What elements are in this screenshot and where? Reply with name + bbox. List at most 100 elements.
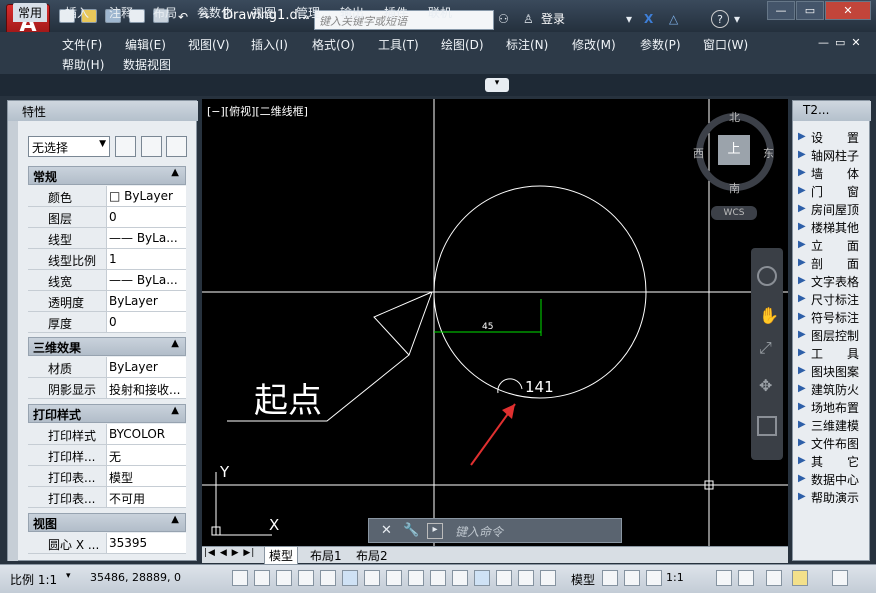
- exchange-x-icon[interactable]: X: [644, 10, 653, 28]
- lock-ui-icon[interactable]: [792, 570, 808, 586]
- menu-data-view[interactable]: 数据视图: [123, 56, 171, 73]
- tool-palette-item[interactable]: ▶ 剖 面: [795, 254, 869, 272]
- document-window-controls[interactable]: —▭✕: [818, 36, 867, 49]
- property-row[interactable]: 图层 0: [28, 207, 186, 228]
- property-row[interactable]: 厚度 0: [28, 312, 186, 333]
- menu-draw[interactable]: 绘图(D): [441, 36, 484, 53]
- 3d-object-snap-icon[interactable]: [364, 570, 380, 586]
- tool-palette-item[interactable]: ▶ 建筑防火: [795, 380, 869, 398]
- user-icon[interactable]: ♙: [523, 10, 534, 28]
- dynamic-ucs-icon[interactable]: [408, 570, 424, 586]
- layout-nav-arrows[interactable]: |◀ ◀ ▶ ▶|: [204, 548, 255, 558]
- menu-tools[interactable]: 工具(T): [378, 36, 419, 53]
- tool-palette-item[interactable]: ▶ 图层控制: [795, 326, 869, 344]
- menu-format[interactable]: 格式(O): [312, 36, 355, 53]
- annotation-monitor-icon[interactable]: [540, 570, 556, 586]
- model-space-button[interactable]: 模型: [571, 571, 595, 588]
- tab-layout2[interactable]: 布局2: [352, 547, 392, 564]
- wcs-menu[interactable]: WCS: [711, 206, 757, 220]
- pan-icon[interactable]: [646, 570, 662, 586]
- transparency-icon[interactable]: [474, 570, 490, 586]
- tool-palette-item[interactable]: ▶ 符号标注: [795, 308, 869, 326]
- viewcube-top-face[interactable]: 上: [718, 135, 750, 165]
- section-view[interactable]: 视图 ▲: [28, 513, 186, 532]
- scale-dropdown-icon[interactable]: ▾: [66, 571, 71, 581]
- login-button[interactable]: 登录: [541, 10, 565, 27]
- polar-tracking-icon[interactable]: [320, 570, 336, 586]
- maximize-button[interactable]: ▭: [796, 1, 824, 20]
- tab-layout1[interactable]: 布局1: [306, 547, 346, 564]
- menu-help[interactable]: 帮助(H): [62, 56, 104, 73]
- property-row[interactable]: 线型 —— ByLa...: [28, 228, 186, 249]
- property-row[interactable]: 圆心 X ... 35395: [28, 533, 186, 554]
- grid-display-icon[interactable]: [276, 570, 292, 586]
- menu-parameter[interactable]: 参数(P): [640, 36, 681, 53]
- workspace-switching-icon[interactable]: [766, 570, 782, 586]
- object-snap-icon[interactable]: [342, 570, 358, 586]
- tab-output[interactable]: 输出: [335, 3, 369, 22]
- quick-select-icon[interactable]: [166, 136, 187, 157]
- menu-insert[interactable]: 插入(I): [251, 36, 288, 53]
- minimize-button[interactable]: —: [767, 1, 795, 20]
- toggle-pickadd-icon[interactable]: [115, 136, 136, 157]
- tool-palette-item[interactable]: ▶ 设 置: [795, 128, 869, 146]
- tool-palette-item[interactable]: ▶ 立 面: [795, 236, 869, 254]
- scale-label[interactable]: 比例 1:1: [10, 571, 57, 588]
- tool-palette-item[interactable]: ▶ 其 它: [795, 452, 869, 470]
- tab-view[interactable]: 视图: [247, 3, 281, 22]
- zoom-extents-icon[interactable]: ⤢: [759, 338, 772, 358]
- close-button[interactable]: ✕: [825, 1, 871, 20]
- section-plot-style[interactable]: 打印样式 ▲: [28, 404, 186, 423]
- menu-view[interactable]: 视图(V): [188, 36, 230, 53]
- property-row[interactable]: 打印样... 无: [28, 445, 186, 466]
- properties-title[interactable]: 特性: [8, 101, 198, 121]
- auto-scale-icon[interactable]: [738, 570, 754, 586]
- property-row[interactable]: 材质 ByLayer: [28, 357, 186, 378]
- tab-manage[interactable]: 管理: [291, 3, 325, 22]
- selection-dropdown[interactable]: 无选择 ▼: [28, 136, 110, 157]
- tool-palette-item[interactable]: ▶ 场地布置: [795, 398, 869, 416]
- property-row[interactable]: 颜色 □ ByLayer: [28, 186, 186, 207]
- viewcube-south[interactable]: 南: [729, 180, 740, 196]
- selection-cycling-icon[interactable]: [518, 570, 534, 586]
- orbit-icon[interactable]: ✥: [759, 376, 772, 395]
- menu-dimension[interactable]: 标注(N): [506, 36, 548, 53]
- tab-home[interactable]: 常用: [13, 3, 48, 22]
- viewcube-north[interactable]: 北: [729, 109, 740, 125]
- quick-view-layouts-icon[interactable]: [602, 570, 618, 586]
- tool-palette-item[interactable]: ▶ 门 窗: [795, 182, 869, 200]
- tab-plugins[interactable]: 插件: [379, 3, 413, 22]
- triangle-share-icon[interactable]: △: [669, 10, 678, 28]
- tool-palette-item[interactable]: ▶ 轴网柱子: [795, 146, 869, 164]
- annotation-scale-label[interactable]: 1:1: [666, 571, 684, 584]
- help-icon[interactable]: ?: [711, 10, 729, 28]
- quick-view-drawings-icon[interactable]: [624, 570, 640, 586]
- tool-palette-item[interactable]: ▶ 墙 体: [795, 164, 869, 182]
- object-snap-tracking-icon[interactable]: [386, 570, 402, 586]
- property-row[interactable]: 打印表... 模型: [28, 466, 186, 487]
- infer-constraints-icon[interactable]: [232, 570, 248, 586]
- command-customize-icon[interactable]: 🔧: [403, 523, 419, 538]
- command-close-icon[interactable]: ✕: [381, 523, 392, 538]
- ortho-mode-icon[interactable]: [298, 570, 314, 586]
- tab-parametric[interactable]: 参数化: [192, 3, 238, 22]
- menu-modify[interactable]: 修改(M): [572, 36, 616, 53]
- help-dropdown-icon[interactable]: ▾: [734, 10, 740, 28]
- property-row[interactable]: 打印表... 不可用: [28, 487, 186, 508]
- menu-window[interactable]: 窗口(W): [703, 36, 748, 53]
- tool-palette-item[interactable]: ▶ 帮助演示: [795, 488, 869, 506]
- snap-mode-icon[interactable]: [254, 570, 270, 586]
- tool-palette-item[interactable]: ▶ 图块图案: [795, 362, 869, 380]
- tool-palette-item[interactable]: ▶ 楼梯其他: [795, 218, 869, 236]
- section-3d-effects[interactable]: 三维效果 ▲: [28, 337, 186, 356]
- tool-palette-item[interactable]: ▶ 数据中心: [795, 470, 869, 488]
- tool-palette-title[interactable]: T2...: [793, 101, 871, 121]
- viewcube-east[interactable]: 东: [763, 145, 774, 161]
- coordinate-readout[interactable]: 35486, 28889, 0: [90, 571, 181, 584]
- binoculars-icon[interactable]: ⚇: [498, 10, 509, 28]
- clean-screen-icon[interactable]: [832, 570, 848, 586]
- property-row[interactable]: 透明度 ByLayer: [28, 291, 186, 312]
- tool-palette-item[interactable]: ▶ 工 具: [795, 344, 869, 362]
- select-objects-icon[interactable]: [141, 136, 162, 157]
- steering-wheel-icon[interactable]: [757, 266, 777, 286]
